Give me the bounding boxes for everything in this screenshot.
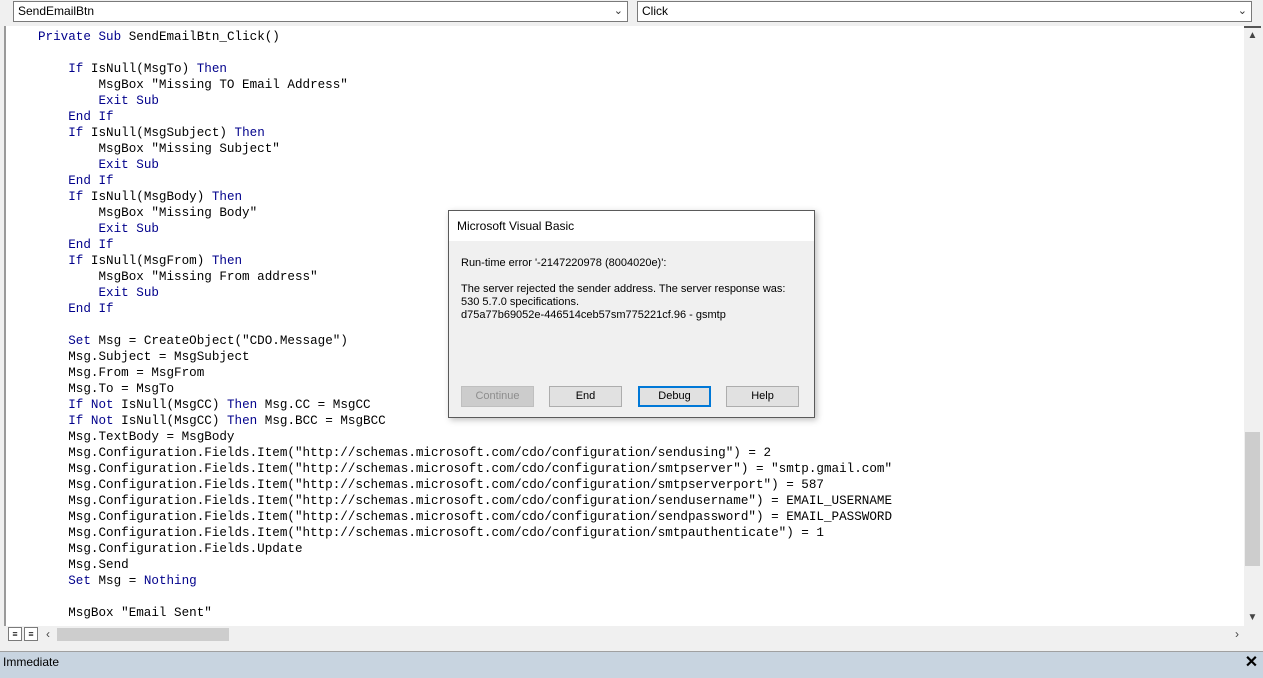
arrow-down-icon[interactable]: ▼ — [1244, 610, 1261, 626]
immediate-title: Immediate — [3, 655, 60, 669]
error-detail-line: 530 5.7.0 specifications. — [461, 296, 580, 308]
code-line[interactable]: Exit Sub — [38, 93, 892, 109]
error-detail-line: d75a77b69052e-446514ceb57sm775221cf.96 -… — [461, 309, 726, 321]
code-line[interactable]: MsgBox "Missing Subject" — [38, 141, 892, 157]
chevron-down-icon[interactable]: ⌄ — [614, 2, 623, 21]
object-combo[interactable]: SendEmailBtn ⌄ — [13, 1, 628, 22]
code-line[interactable]: ​ — [38, 589, 892, 605]
code-line[interactable]: Msg.Configuration.Fields.Item("http://sc… — [38, 493, 892, 509]
error-detail-line: The server rejected the sender address. … — [461, 283, 786, 295]
code-line[interactable]: Msg.Configuration.Fields.Update — [38, 541, 892, 557]
chevron-down-icon[interactable]: ⌄ — [1238, 2, 1247, 21]
horizontal-scrollbar[interactable]: ≡ ≡ ‹ › — [4, 626, 1261, 643]
code-line[interactable]: If IsNull(MsgSubject) Then — [38, 125, 892, 141]
continue-button[interactable]: Continue — [461, 386, 534, 407]
horizontal-scroll-thumb[interactable] — [57, 628, 229, 641]
full-module-view-icon[interactable]: ≡ — [24, 627, 38, 641]
dialog-title: Microsoft Visual Basic — [449, 211, 814, 241]
code-line[interactable]: Msg.Configuration.Fields.Item("http://sc… — [38, 509, 892, 525]
code-line[interactable]: If IsNull(MsgTo) Then — [38, 61, 892, 77]
code-line[interactable]: Private Sub SendEmailBtn_Click() — [38, 29, 892, 45]
immediate-window-header: Immediate ✕ — [0, 651, 1263, 678]
arrow-right-icon[interactable]: › — [1230, 626, 1244, 643]
code-line[interactable]: Set Msg = Nothing — [38, 573, 892, 589]
code-line[interactable]: Msg.Configuration.Fields.Item("http://sc… — [38, 525, 892, 541]
code-line[interactable]: Exit Sub — [38, 157, 892, 173]
procedure-combo[interactable]: Click ⌄ — [637, 1, 1252, 22]
vertical-scrollbar[interactable]: ▲ ▼ — [1244, 26, 1261, 626]
code-line[interactable]: If IsNull(MsgBody) Then — [38, 189, 892, 205]
object-combo-value: SendEmailBtn — [18, 4, 95, 18]
end-button[interactable]: End — [549, 386, 622, 407]
code-line[interactable]: Msg.Configuration.Fields.Item("http://sc… — [38, 461, 892, 477]
code-line[interactable]: Msg.TextBody = MsgBody — [38, 429, 892, 445]
code-line[interactable]: Msg.Configuration.Fields.Item("http://sc… — [38, 445, 892, 461]
procedure-combo-value: Click — [642, 4, 668, 18]
code-line[interactable]: ​ — [38, 45, 892, 61]
code-line[interactable]: End If — [38, 109, 892, 125]
error-dialog: Microsoft Visual Basic Run-time error '-… — [448, 210, 815, 418]
procedure-view-icon[interactable]: ≡ — [8, 627, 22, 641]
code-line[interactable]: MsgBox "Missing TO Email Address" — [38, 77, 892, 93]
code-line[interactable]: End If — [38, 173, 892, 189]
arrow-up-icon[interactable]: ▲ — [1244, 26, 1261, 44]
code-line[interactable]: MsgBox "Email Sent" — [38, 605, 892, 621]
debug-button[interactable]: Debug — [638, 386, 711, 407]
arrow-left-icon[interactable]: ‹ — [41, 626, 55, 643]
vertical-scroll-thumb[interactable] — [1245, 432, 1260, 566]
error-detail: The server rejected the sender address. … — [461, 283, 801, 322]
error-line: Run-time error '-2147220978 (8004020e)': — [461, 257, 667, 269]
code-line[interactable]: Msg.Send — [38, 557, 892, 573]
help-button[interactable]: Help — [726, 386, 799, 407]
code-line[interactable]: Msg.Configuration.Fields.Item("http://sc… — [38, 477, 892, 493]
close-icon[interactable]: ✕ — [1243, 655, 1260, 672]
